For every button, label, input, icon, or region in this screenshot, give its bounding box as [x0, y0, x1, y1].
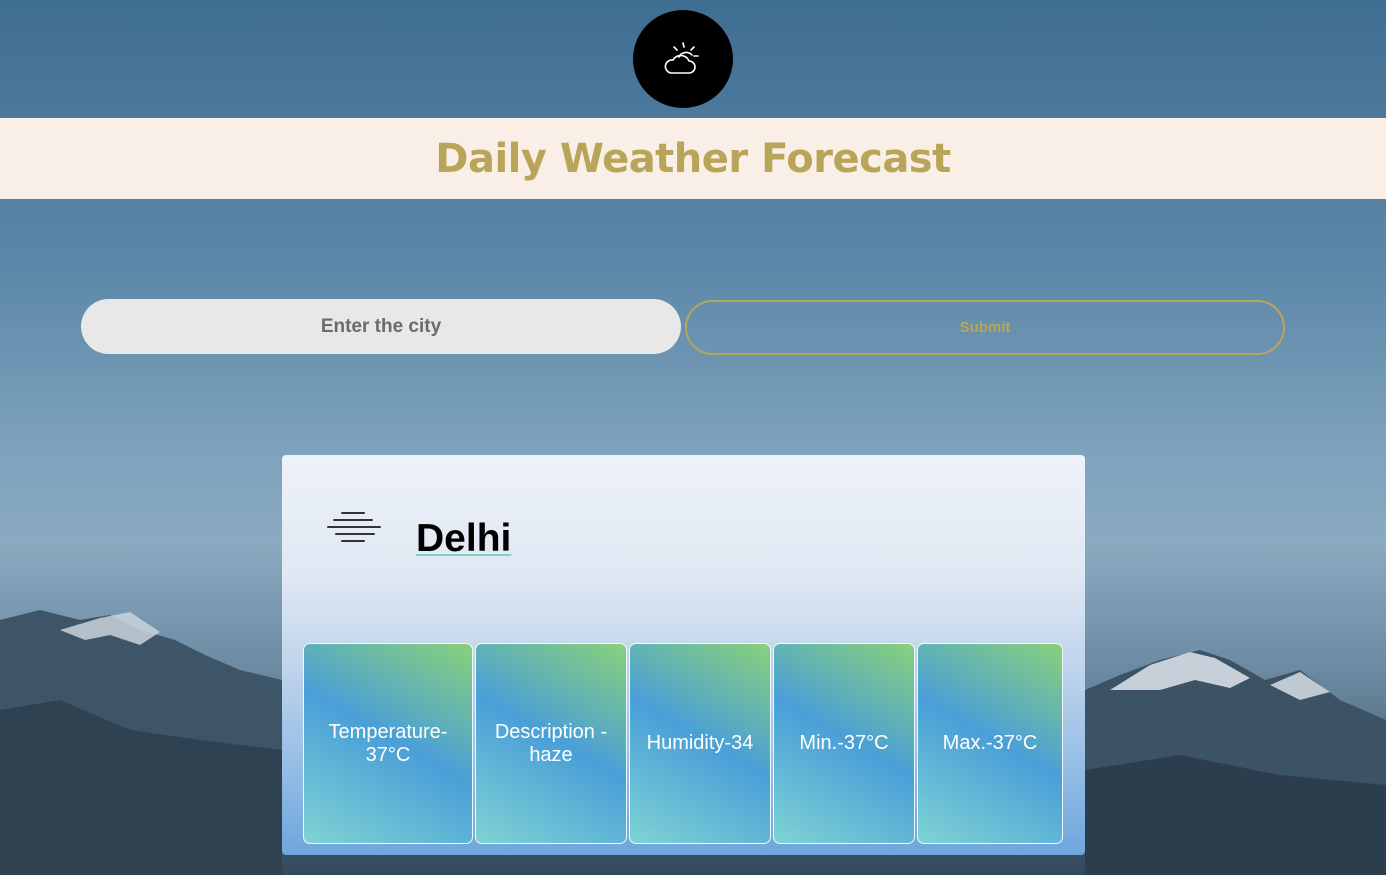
- haze-icon: [327, 512, 381, 542]
- city-name: Delhi: [416, 517, 512, 560]
- weather-card: Delhi Temperature-37°C Description - haz…: [282, 455, 1085, 855]
- max-temperature-value: Max.-37°C: [942, 732, 1038, 754]
- humidity-value: Humidity-34: [646, 732, 754, 754]
- min-temperature-value: Min.-37°C: [799, 732, 889, 754]
- temperature-value: Temperature-37°C: [328, 720, 448, 766]
- description-tile: Description - haze: [475, 643, 627, 844]
- max-temperature-tile: Max.-37°C: [917, 643, 1063, 844]
- humidity-tile: Humidity-34: [629, 643, 771, 844]
- title-banner: Daily Weather Forecast: [0, 118, 1386, 199]
- partly-sunny-cloud-icon: [664, 42, 699, 74]
- app-logo: [633, 10, 733, 108]
- city-search-input[interactable]: [81, 299, 681, 354]
- description-value: Description - haze: [494, 720, 608, 766]
- min-temperature-tile: Min.-37°C: [773, 643, 915, 844]
- temperature-tile: Temperature-37°C: [303, 643, 473, 844]
- submit-button[interactable]: Submit: [685, 300, 1285, 355]
- page-title: Daily Weather Forecast: [435, 135, 951, 182]
